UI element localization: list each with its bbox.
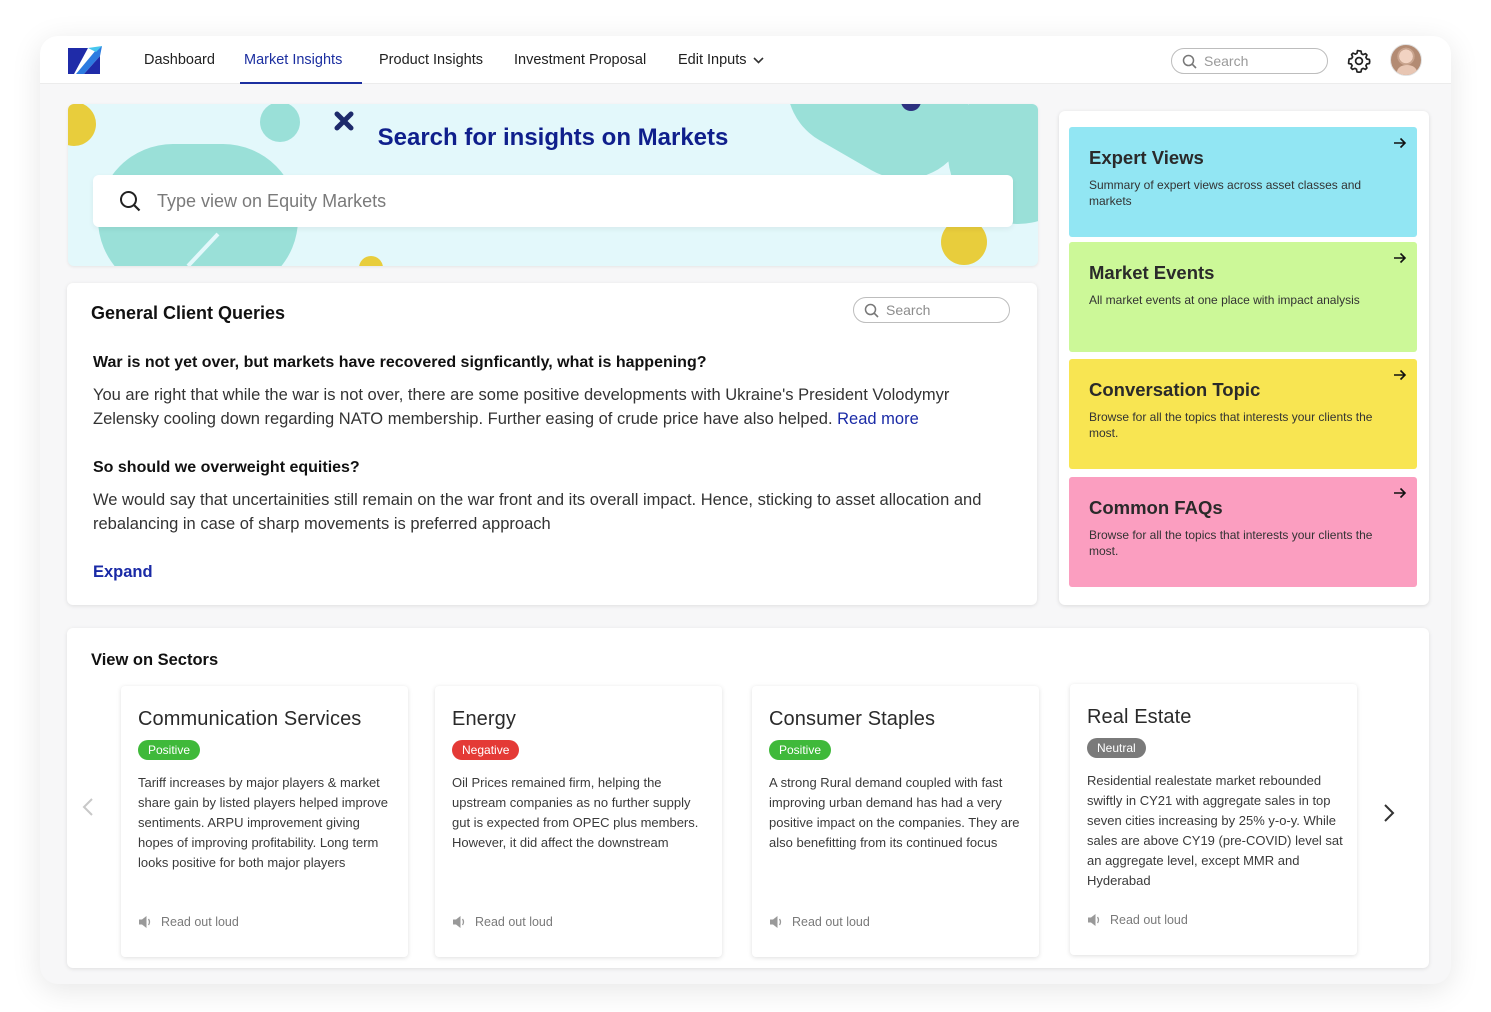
sector-card[interactable]: Real Estate Neutral Residential realesta… xyxy=(1070,684,1357,955)
tile-market-events[interactable]: Market Events All market events at one p… xyxy=(1069,242,1417,352)
sector-description: Oil Prices remained firm, helping the up… xyxy=(452,775,699,850)
hero-search-box[interactable] xyxy=(93,175,1013,227)
nav-dashboard[interactable]: Dashboard xyxy=(144,52,215,68)
tile-title: Common FAQs xyxy=(1089,497,1223,518)
tile-common-faqs[interactable]: Common FAQs Browse for all the topics th… xyxy=(1069,477,1417,587)
query-answer: We would say that uncertainities still r… xyxy=(93,491,982,533)
expand-link[interactable]: Expand xyxy=(93,563,153,582)
hero-search-banner: Search for insights on Markets xyxy=(68,104,1038,266)
read-out-loud-button[interactable]: Read out loud xyxy=(1087,913,1188,927)
read-more-link[interactable]: Read more xyxy=(837,410,919,428)
read-out-loud-label: Read out loud xyxy=(1110,913,1188,927)
top-search-box[interactable] xyxy=(1171,48,1328,74)
queries-search-box[interactable] xyxy=(853,297,1010,323)
tile-title: Market Events xyxy=(1089,262,1215,283)
quick-links-panel: Expert Views Summary of expert views acr… xyxy=(1059,111,1429,605)
speaker-icon xyxy=(1088,914,1100,926)
sector-description: Tariff increases by major players & mark… xyxy=(138,775,389,870)
query-answer-text: You are right that while the war is not … xyxy=(93,386,950,428)
queries-search-input[interactable] xyxy=(886,301,1001,319)
panel-title: General Client Queries xyxy=(91,303,286,323)
sector-card[interactable]: Consumer Staples Positive A strong Rural… xyxy=(752,686,1039,957)
arrow-right-icon xyxy=(1394,252,1407,264)
sentiment-badge: Positive xyxy=(138,740,201,760)
top-navigation: Dashboard Market Insights Product Insigh… xyxy=(40,36,1451,84)
read-out-loud-button[interactable]: Read out loud xyxy=(769,915,870,929)
arrow-right-icon xyxy=(1394,137,1407,149)
tile-description: Summary of expert views across asset cla… xyxy=(1089,178,1362,208)
tile-expert-views[interactable]: Expert Views Summary of expert views acr… xyxy=(1069,127,1417,237)
arrow-right-icon xyxy=(1394,487,1407,499)
query-question: War is not yet over, but markets have re… xyxy=(93,354,707,371)
nav-edit-inputs-label: Edit Inputs xyxy=(678,52,747,68)
sector-description: Residential realestate market rebounded … xyxy=(1087,773,1343,888)
nav-market-insights[interactable]: Market Insights xyxy=(244,52,342,68)
tile-conversation-topic[interactable]: Conversation Topic Browse for all the to… xyxy=(1069,359,1417,469)
search-icon xyxy=(1182,54,1197,69)
nav-edit-inputs[interactable]: Edit Inputs xyxy=(678,52,764,68)
speaker-icon xyxy=(139,916,151,928)
sector-card[interactable]: Communication Services Positive Tariff i… xyxy=(121,686,408,957)
sentiment-badge: Positive xyxy=(769,740,832,760)
sentiment-badge: Neutral xyxy=(1087,738,1146,758)
speaker-icon xyxy=(453,916,465,928)
read-out-loud-label: Read out loud xyxy=(161,915,239,929)
query-question: So should we overweight equities? xyxy=(93,459,360,476)
sector-name: Energy xyxy=(452,708,516,730)
search-icon xyxy=(120,191,141,212)
query-answer: You are right that while the war is not … xyxy=(93,383,1013,431)
arrow-right-icon xyxy=(1394,369,1407,381)
sector-name: Real Estate xyxy=(1087,706,1192,728)
sector-description: A strong Rural demand coupled with fast … xyxy=(769,775,1020,850)
chevron-down-icon xyxy=(752,57,764,64)
sector-name: Consumer Staples xyxy=(769,708,936,730)
read-out-loud-label: Read out loud xyxy=(475,915,553,929)
tile-description: Browse for all the topics that interests… xyxy=(1089,528,1373,558)
read-out-loud-button[interactable]: Read out loud xyxy=(138,915,239,929)
hero-search-input[interactable] xyxy=(157,188,977,214)
read-out-loud-button[interactable]: Read out loud xyxy=(452,915,553,929)
nav-product-insights[interactable]: Product Insights xyxy=(379,52,483,68)
general-client-queries-panel: General Client Queries War is not yet ov… xyxy=(67,283,1037,605)
search-icon xyxy=(864,303,879,318)
read-out-loud-label: Read out loud xyxy=(792,915,870,929)
tile-title: Conversation Topic xyxy=(1089,379,1261,400)
sector-card[interactable]: Energy Negative Oil Prices remained firm… xyxy=(435,686,722,957)
panel-title: View on Sectors xyxy=(91,651,219,669)
top-search-input[interactable] xyxy=(1204,52,1319,70)
gear-icon[interactable] xyxy=(1347,49,1371,73)
sector-name: Communication Services xyxy=(138,708,362,730)
tile-description: All market events at one place with impa… xyxy=(1089,293,1360,307)
view-on-sectors-panel: View on Sectors Communication Services P… xyxy=(67,628,1429,968)
tile-title: Expert Views xyxy=(1089,147,1204,168)
user-avatar[interactable] xyxy=(1390,44,1422,76)
chevron-right-icon[interactable] xyxy=(1383,803,1395,823)
active-tab-indicator xyxy=(240,82,362,84)
hero-title: Search for insights on Markets xyxy=(377,124,729,151)
speaker-icon xyxy=(770,916,782,928)
brand-logo-icon[interactable] xyxy=(66,44,104,76)
nav-investment-proposal[interactable]: Investment Proposal xyxy=(514,52,646,68)
chevron-left-icon[interactable] xyxy=(82,797,94,817)
tile-description: Browse for all the topics that interests… xyxy=(1089,410,1373,440)
sentiment-badge: Negative xyxy=(452,740,520,760)
